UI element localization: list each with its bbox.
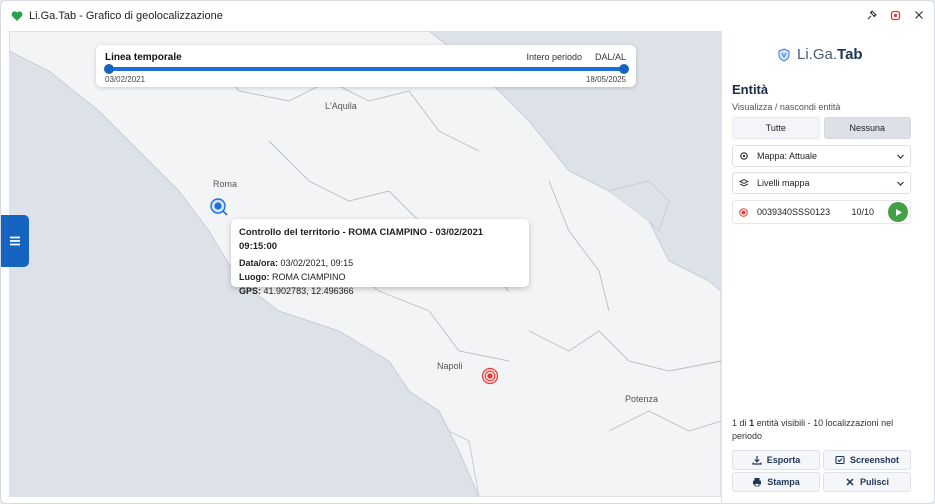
city-label-roma: Roma [213,179,238,189]
export-button-label: Esporta [766,455,801,465]
visibility-summary: 1 di 1 entità visibili - 10 localizzazio… [732,418,894,441]
city-label-napoli: Napoli [437,361,463,371]
timeline-range-option[interactable]: DAL/AL [595,52,626,62]
city-label-aquila: L'Aquila [325,101,357,111]
pin-icon[interactable] [864,8,878,22]
map-select[interactable]: Mappa: Attuale [732,145,911,167]
entity-id: 0039340SSS0123 [757,207,831,217]
logo-text: Li.Ga. [797,46,838,63]
layers-icon [739,178,749,188]
layers-select[interactable]: Livelli mappa [732,172,911,194]
panel-heading: Entità [732,82,769,97]
popup-date-row: Data/ora: 03/02/2021, 09:15 [239,258,354,268]
chevron-down-icon [896,179,905,188]
extension-icon[interactable] [888,8,902,22]
menu-icon [10,236,20,246]
timeline-period-option[interactable]: Intero periodo [526,52,582,62]
show-all-button[interactable]: Tutte [732,117,820,139]
layers-select-value: Livelli mappa [757,178,810,188]
panel-subtitle: Visualizza / nascondi entità [732,102,841,112]
printer-icon [752,477,762,487]
print-button[interactable]: Stampa [732,472,820,492]
logo: Li.Ga. Tab [777,46,863,63]
close-icon[interactable] [912,8,926,22]
side-panel: Li.Ga. Tab Entità Visualizza / nascondi e… [721,31,934,503]
city-label-potenza: Potenza [625,394,659,404]
location-pin-icon [210,198,228,216]
export-button[interactable]: Esporta [732,450,820,470]
play-icon [895,208,902,216]
screenshot-icon [835,455,845,465]
popup-gps-row: GPS: 41.902783, 12.496366 [239,286,354,296]
title-bar: Li.Ga.Tab - Grafico di geolocalizzazione [1,1,934,31]
popup-place-row: Luogo: ROMA CIAMPINO [239,272,346,282]
timeline-start-date: 03/02/2021 [105,75,146,84]
timeline-panel: Linea temporale Intero periodo DAL/AL 03… [96,45,636,87]
timeline-title: Linea temporale [105,52,182,63]
timeline-start-handle[interactable] [104,64,114,74]
screenshot-button-label: Screenshot [849,455,900,465]
logo-shield-icon [777,47,791,62]
location-marker[interactable] [481,367,499,385]
location-marker-selected[interactable] [209,197,229,217]
screenshot-button[interactable]: Screenshot [823,450,911,470]
timeline-slider-track[interactable] [108,67,621,71]
chevron-down-icon [896,152,905,161]
clear-button-label: Pulisci [859,477,889,487]
entity-count: 10/10 [851,207,874,217]
visibility-buttons: Tutte Nessuna [732,117,911,139]
entity-item[interactable]: 0039340SSS0123 10/10 [732,200,911,224]
app-window: Li.Ga.Tab - Grafico di geolocalizzazione [0,0,935,504]
show-none-button[interactable]: Nessuna [823,117,911,139]
map-canvas[interactable]: Linea temporale Intero periodo DAL/AL 03… [9,31,721,497]
eraser-icon [845,477,855,487]
play-button[interactable] [888,202,908,222]
download-icon [752,455,762,465]
entity-color-icon [739,207,748,217]
logo-text-bold: Tab [837,46,863,63]
timeline-end-handle[interactable] [619,64,629,74]
window-controls [864,8,926,22]
location-popup: Controllo del territorio - ROMA CIAMPINO… [231,219,529,296]
settings-icon [739,151,749,161]
window-title: Li.Ga.Tab - Grafico di geolocalizzazione [29,10,223,22]
heart-icon [11,10,23,22]
clear-button[interactable]: Pulisci [823,472,911,492]
map-select-value: Mappa: Attuale [757,151,818,161]
location-dot-icon [481,367,499,385]
print-button-label: Stampa [767,477,800,487]
menu-toggle-button[interactable] [1,215,29,267]
timeline-end-date: 18/05/2025 [585,75,626,84]
popup-title: Controllo del territorio - ROMA CIAMPINO… [239,227,484,252]
